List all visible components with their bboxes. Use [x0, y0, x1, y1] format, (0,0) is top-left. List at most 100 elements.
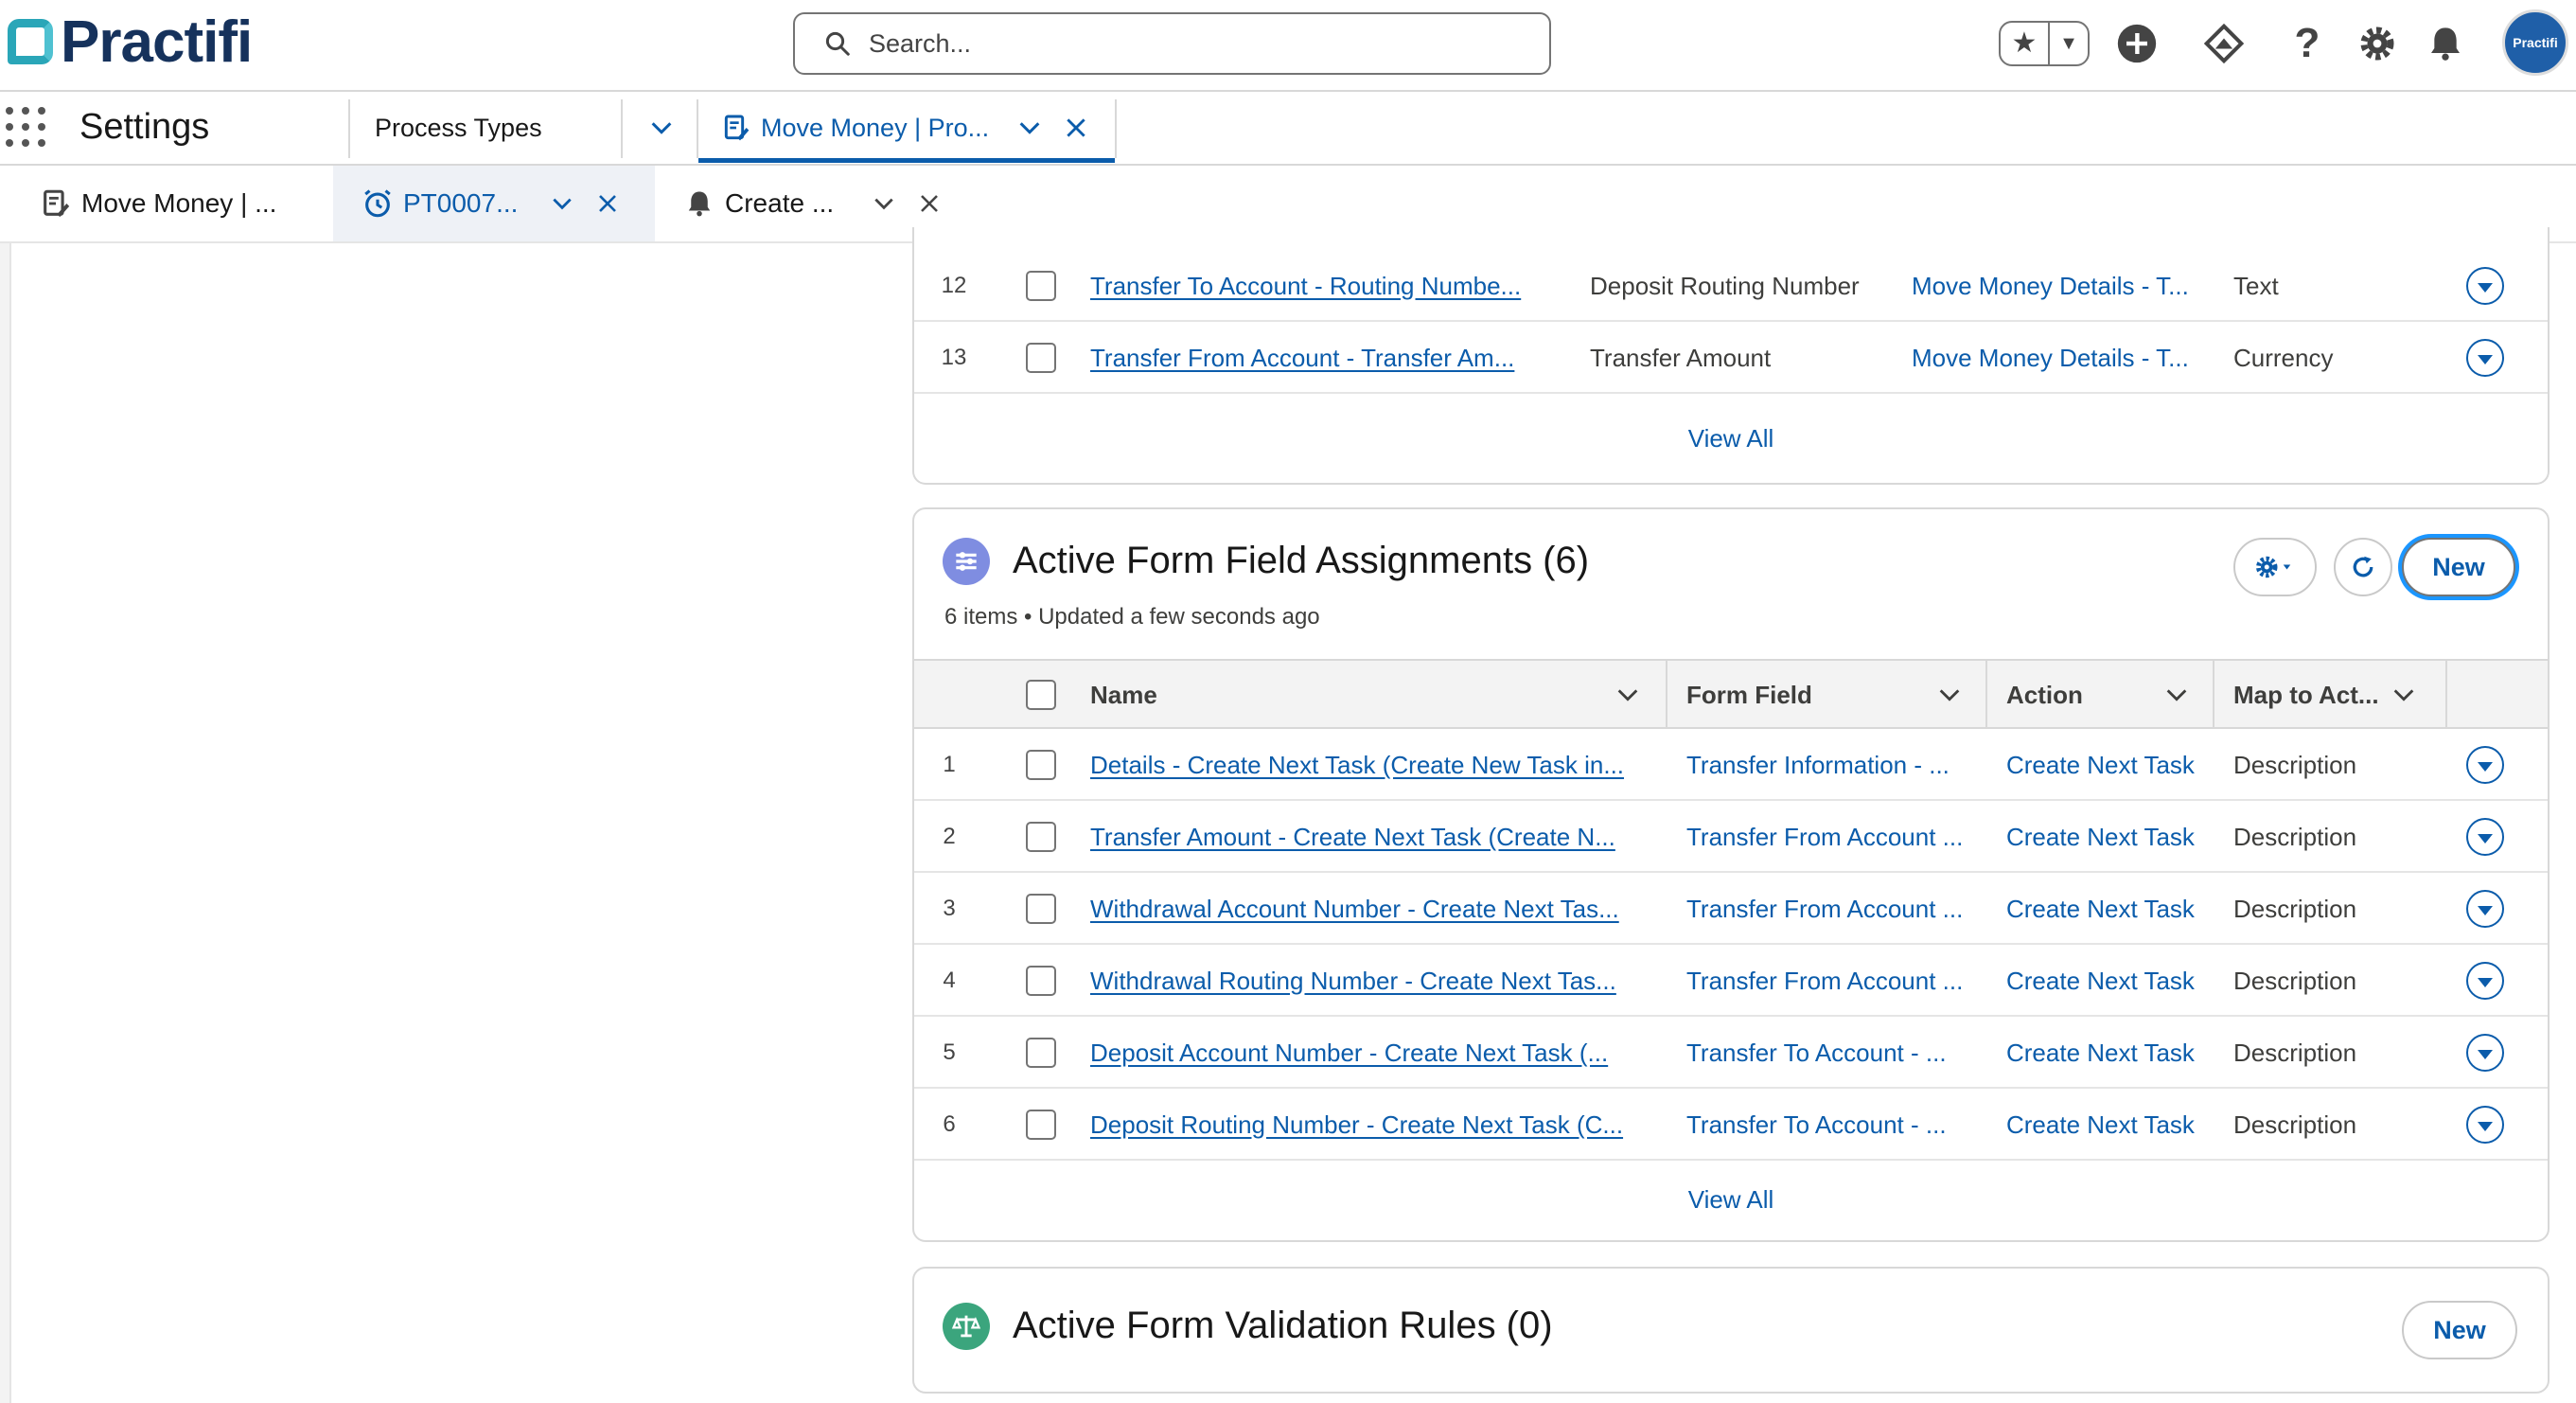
form-field-link[interactable]: Transfer To Account - ...: [1686, 1017, 1980, 1089]
row-checkbox[interactable]: [1026, 1038, 1056, 1068]
avatar-text: Practifi: [2513, 35, 2558, 50]
app-launcher-icon[interactable]: [6, 107, 45, 147]
assignment-name-link[interactable]: Deposit Routing Number - Create Next Tas…: [1090, 1089, 1658, 1161]
practifi-logo[interactable]: Practifi: [8, 9, 253, 75]
column-sort-chevron-down-icon[interactable]: [2391, 682, 2417, 708]
subtab-pt0007[interactable]: PT0007...: [333, 166, 655, 241]
subtab-chevron-down-icon[interactable]: [869, 188, 899, 219]
subtab-close-icon[interactable]: [592, 188, 623, 219]
row-checkbox[interactable]: [1026, 1110, 1056, 1140]
row-number: 12: [941, 273, 967, 298]
select-all-checkbox[interactable]: [1026, 680, 1056, 710]
new-assignment-button[interactable]: New: [2402, 538, 2515, 596]
column-sort-chevron-down-icon[interactable]: [2163, 682, 2190, 708]
favorites-list-dropdown-icon[interactable]: ▼: [2050, 33, 2088, 55]
view-all-link[interactable]: View All: [914, 424, 2548, 453]
action-link[interactable]: Create Next Task: [2006, 1017, 2214, 1089]
row-actions-dropdown-icon[interactable]: [2466, 1106, 2504, 1144]
form-field-link[interactable]: Transfer To Account - ...: [1686, 1089, 1980, 1161]
action-link[interactable]: Create Next Task: [2006, 873, 2214, 945]
nav-tab-label: Move Money | Pro...: [761, 113, 990, 142]
view-all-link[interactable]: View All: [914, 1185, 2548, 1215]
map-to-activity-value: Description: [2233, 1110, 2357, 1139]
trailhead-guidance-icon[interactable]: [2201, 21, 2247, 66]
nav-item-process-types[interactable]: Process Types: [375, 92, 542, 164]
app-name: Settings: [79, 107, 210, 147]
subtab-label: Move Money | ...: [81, 188, 277, 218]
row-checkbox[interactable]: [1026, 894, 1056, 924]
left-column-panel: [9, 243, 880, 1403]
assignment-name-link[interactable]: Deposit Account Number - Create Next Tas…: [1090, 1017, 1658, 1089]
column-header-name[interactable]: Name: [1090, 661, 1157, 729]
row-actions-dropdown-icon[interactable]: [2466, 818, 2504, 856]
column-header-label: Name: [1090, 680, 1157, 709]
active-form-validation-rules-card: Active Form Validation Rules (0) New: [912, 1267, 2550, 1394]
card-title: Active Form Field Assignments (6): [1013, 540, 1590, 581]
assignment-name-link[interactable]: Transfer Amount - Create Next Task (Crea…: [1090, 801, 1658, 873]
column-header-action[interactable]: Action: [2006, 661, 2083, 729]
subtab-chevron-down-icon[interactable]: [547, 188, 577, 219]
row-actions-dropdown-icon[interactable]: [2466, 1034, 2504, 1072]
list-settings-button[interactable]: [2233, 538, 2317, 596]
setup-gear-icon[interactable]: [2355, 21, 2400, 66]
table-row: 4 Withdrawal Routing Number - Create Nex…: [914, 945, 2548, 1017]
form-field-link[interactable]: Transfer From Account ...: [1686, 801, 1980, 873]
field-type: Text: [2233, 271, 2279, 300]
subtab-move-money[interactable]: Move Money | ...: [0, 166, 333, 241]
field-name-link[interactable]: Transfer To Account - Routing Numbe...: [1090, 250, 1535, 322]
new-validation-rule-button[interactable]: New: [2402, 1301, 2517, 1359]
column-sort-chevron-down-icon[interactable]: [1936, 682, 1963, 708]
form-field-link[interactable]: Transfer From Account ...: [1686, 945, 1980, 1017]
global-search-input[interactable]: Search...: [793, 12, 1551, 75]
subtab-label: Create ...: [725, 188, 835, 218]
table-row: 6 Deposit Routing Number - Create Next T…: [914, 1089, 2548, 1161]
table-row: 5 Deposit Account Number - Create Next T…: [914, 1017, 2548, 1089]
row-actions-dropdown-icon[interactable]: [2466, 746, 2504, 784]
card-title: Active Form Validation Rules (0): [1013, 1305, 1553, 1346]
subtab-label: PT0007...: [403, 188, 519, 218]
nav-tab-move-money[interactable]: Move Money | Pro...: [721, 92, 989, 164]
row-number: 5: [943, 1039, 956, 1065]
row-actions-dropdown-icon[interactable]: [2466, 890, 2504, 928]
action-link[interactable]: Create Next Task: [2006, 1089, 2214, 1161]
row-number: 13: [941, 345, 967, 370]
column-sort-chevron-down-icon[interactable]: [1614, 682, 1641, 708]
section-link[interactable]: Move Money Details - T...: [1912, 322, 2214, 394]
nav-active-indicator: [698, 158, 1115, 163]
global-actions-add-icon[interactable]: [2114, 21, 2160, 66]
assignment-name-link[interactable]: Withdrawal Account Number - Create Next …: [1090, 873, 1658, 945]
user-avatar[interactable]: Practifi: [2502, 9, 2568, 76]
row-number: 6: [943, 1111, 956, 1137]
column-header-map-to-activity[interactable]: Map to Act...: [2233, 661, 2379, 729]
map-to-activity-value: Description: [2233, 894, 2357, 923]
assignment-name-link[interactable]: Withdrawal Routing Number - Create Next …: [1090, 945, 1658, 1017]
refresh-button[interactable]: [2334, 538, 2392, 596]
assignment-name-link[interactable]: Details - Create Next Task (Create New T…: [1090, 729, 1658, 801]
column-header-label: Map to Act...: [2233, 680, 2379, 709]
field-name-link[interactable]: Transfer From Account - Transfer Am...: [1090, 322, 1535, 394]
action-link[interactable]: Create Next Task: [2006, 729, 2214, 801]
notifications-bell-icon[interactable]: [2423, 21, 2468, 66]
action-link[interactable]: Create Next Task: [2006, 945, 2214, 1017]
row-checkbox[interactable]: [1026, 343, 1056, 373]
action-link[interactable]: Create Next Task: [2006, 801, 2214, 873]
row-checkbox[interactable]: [1026, 271, 1056, 301]
column-header-form-field[interactable]: Form Field: [1686, 661, 1812, 729]
row-checkbox[interactable]: [1026, 966, 1056, 996]
nav-tab-chevron-down-icon[interactable]: [1016, 92, 1043, 164]
nav-tab-close-icon[interactable]: [1064, 92, 1088, 164]
row-checkbox[interactable]: [1026, 822, 1056, 852]
subtab-close-icon[interactable]: [914, 188, 944, 219]
help-icon[interactable]: ?: [2285, 20, 2330, 66]
record-doc-icon: [724, 115, 750, 141]
section-link[interactable]: Move Money Details - T...: [1912, 250, 2214, 322]
row-checkbox[interactable]: [1026, 750, 1056, 780]
form-field-link[interactable]: Transfer From Account ...: [1686, 873, 1980, 945]
nav-item-dropdown-icon[interactable]: [640, 92, 683, 164]
table-row: 1 Details - Create Next Task (Create New…: [914, 729, 2548, 801]
row-actions-dropdown-icon[interactable]: [2466, 267, 2504, 305]
form-field-link[interactable]: Transfer Information - ...: [1686, 729, 1980, 801]
row-actions-dropdown-icon[interactable]: [2466, 339, 2504, 377]
row-actions-dropdown-icon[interactable]: [2466, 962, 2504, 1000]
favorites-star-icon[interactable]: ★: [2001, 23, 2050, 64]
